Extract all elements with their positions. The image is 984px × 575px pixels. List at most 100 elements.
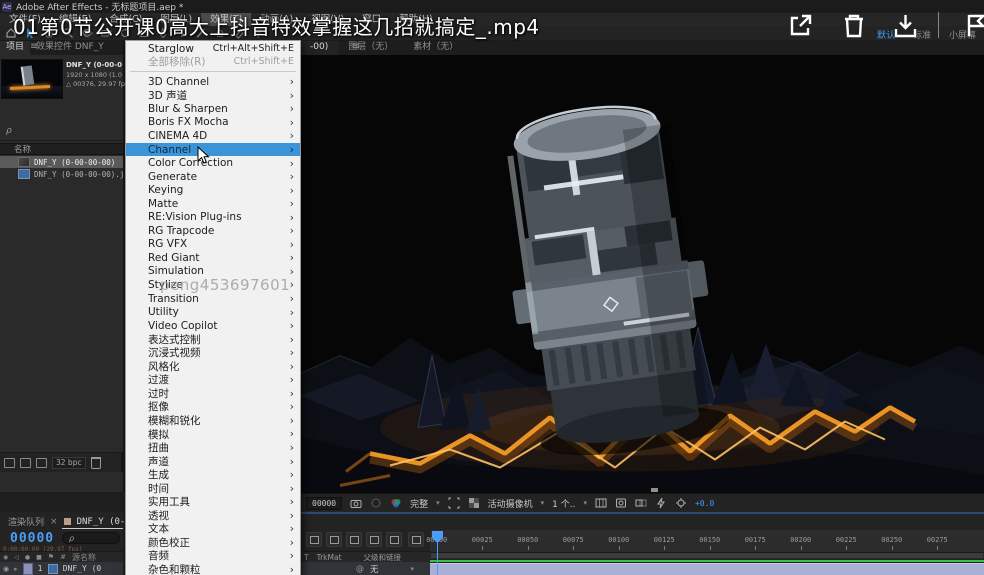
download-icon[interactable] (892, 12, 919, 42)
switches-column-headers: T TrkMat 父级和链接 (300, 551, 430, 562)
share-icon[interactable] (788, 12, 814, 41)
viewer-resize-handle[interactable] (651, 488, 658, 492)
layer-row[interactable]: ◉ ▸ 1 DNF_Y (0 (0, 562, 123, 575)
show-snapshot-icon[interactable] (370, 497, 382, 509)
graph-editor-icon[interactable] (366, 532, 382, 547)
menu-item[interactable]: Utility› (126, 305, 300, 319)
current-frame[interactable]: 00000 (10, 531, 54, 546)
show-channels-icon[interactable] (390, 497, 402, 509)
layer-color-swatch[interactable] (23, 563, 33, 575)
menu-item[interactable]: 模糊和锐化› (126, 414, 300, 428)
viewer-tab[interactable]: 图层（无） (338, 40, 403, 55)
menu-item[interactable]: Boris FX Mocha› (126, 116, 300, 130)
solo-icon[interactable]: ● (25, 554, 30, 561)
region-of-interest-icon[interactable] (448, 497, 460, 509)
exposure-value[interactable]: +0.0 (695, 499, 714, 508)
view-select[interactable]: 活动摄像机 (488, 497, 533, 510)
project-bit-depth[interactable]: 32 bpc (52, 457, 86, 469)
menu-item[interactable]: CINEMA 4D› (126, 129, 300, 143)
layer-duration-bar[interactable] (430, 563, 984, 575)
menu-item[interactable]: 抠像› (126, 400, 300, 414)
viewer-timecode[interactable]: 00000 (306, 497, 342, 510)
menu-item[interactable]: 颜色校正› (126, 536, 300, 550)
menu-item[interactable]: Blur & Sharpen› (126, 102, 300, 116)
menu-item[interactable]: 表达式控制› (126, 332, 300, 346)
panel-menu-icon[interactable]: ≡ (30, 41, 38, 52)
label-flag-icon[interactable]: ⚑ (48, 553, 54, 561)
menu-item[interactable]: Red Giant› (126, 251, 300, 265)
menu-item[interactable]: 杂色和颗粒› (126, 563, 300, 575)
audio-icon[interactable]: ◁ (14, 554, 19, 561)
panel-tab[interactable]: 项目 (0, 40, 30, 55)
lock-icon[interactable]: ■ (36, 554, 42, 561)
menu-item[interactable]: Keying› (126, 183, 300, 197)
pickwhip-icon[interactable]: @ (356, 564, 364, 573)
menu-item[interactable]: 生成› (126, 468, 300, 482)
frame-blend-icon[interactable] (326, 532, 342, 547)
menu-item[interactable]: 过渡› (126, 373, 300, 387)
menu-item[interactable]: RE:Vision Plug-ins› (126, 210, 300, 224)
project-name-column-header[interactable]: 名称 (0, 143, 123, 155)
trash-icon[interactable] (842, 12, 866, 42)
menu-item[interactable]: 实用工具› (126, 495, 300, 509)
viewer-tab[interactable]: -00) (300, 40, 338, 56)
menu-item[interactable]: RG VFX› (126, 238, 300, 252)
brainstorm-icon[interactable] (386, 532, 402, 547)
menu-item[interactable]: 时间› (126, 481, 300, 495)
layer-source-name[interactable]: DNF_Y (0 (63, 564, 102, 573)
view-layout-select[interactable]: 1 个.. (552, 497, 575, 510)
menu-item[interactable]: RG Trapcode› (126, 224, 300, 238)
new-composition-icon[interactable] (36, 458, 47, 468)
project-item-row[interactable]: DNF_Y (0-00-00-00) (0, 156, 123, 168)
panel-menu-icon[interactable]: ≡ (352, 41, 360, 52)
menu-item[interactable]: Matte› (126, 197, 300, 211)
menu-item[interactable]: 沉浸式视频› (126, 346, 300, 360)
pixel-aspect-icon[interactable] (635, 497, 647, 509)
grid-guides-icon[interactable] (595, 497, 607, 509)
ruler-tick: 00050 (505, 536, 551, 544)
interpret-footage-icon[interactable] (4, 458, 15, 468)
menu-item[interactable]: 扭曲› (126, 441, 300, 455)
timeline-search-field[interactable]: ρ (62, 532, 120, 544)
quality-toggle-icon[interactable] (306, 532, 322, 547)
menu-item[interactable]: 模拟› (126, 427, 300, 441)
mask-visibility-icon[interactable] (615, 497, 627, 509)
menu-item[interactable]: Video Copilot› (126, 319, 300, 333)
eye-icon[interactable]: ◉ (3, 554, 8, 561)
layer-expander-icon[interactable]: ▸ (14, 565, 18, 573)
menu-item[interactable]: Color Correction› (126, 156, 300, 170)
exposure-gear-icon[interactable] (675, 497, 687, 509)
menu-item[interactable]: 3D 声道› (126, 89, 300, 103)
composition-stage[interactable] (300, 55, 984, 493)
menu-item[interactable]: 3D Channel› (126, 75, 300, 89)
work-area-bar[interactable] (430, 552, 984, 559)
menu-item[interactable]: 全部移除(R)Ctrl+Shift+E (126, 55, 300, 68)
snapshot-camera-icon[interactable] (350, 497, 362, 509)
transparency-grid-icon[interactable] (468, 497, 480, 509)
parent-select[interactable]: 无 (370, 563, 379, 575)
panel-tab[interactable]: 效果控件 DNF_Y (30, 40, 110, 55)
render-queue-tab[interactable]: 渲染队列 (8, 515, 44, 528)
menu-item[interactable]: 风格化› (126, 359, 300, 373)
project-search-field[interactable]: ρ (0, 122, 123, 141)
project-item-row[interactable]: DNF_Y (0-00-00-00).jpg (0, 168, 123, 180)
viewer-tab[interactable]: 素材（无） (403, 40, 468, 55)
menu-item[interactable]: 声道› (126, 454, 300, 468)
menu-item[interactable]: Channel› (126, 143, 300, 157)
fast-preview-icon[interactable] (655, 497, 667, 509)
delete-item-icon[interactable] (91, 457, 101, 469)
flag-icon[interactable] (966, 12, 984, 42)
motion-blur-icon[interactable] (346, 532, 362, 547)
menu-item[interactable]: 文本› (126, 522, 300, 536)
new-folder-icon[interactable] (20, 458, 31, 468)
panel-focus-line (300, 512, 984, 514)
menu-item[interactable]: Generate› (126, 170, 300, 184)
layer-eye-icon[interactable]: ◉ (3, 565, 9, 573)
trkmat-column-header: TrkMat (317, 553, 342, 562)
menu-item[interactable]: 音频› (126, 549, 300, 563)
close-tab-icon[interactable]: × (50, 517, 58, 527)
timeline-comp-tab[interactable]: DNF_Y (0- (77, 517, 126, 527)
menu-item[interactable]: 透视› (126, 509, 300, 523)
menu-item[interactable]: 过时› (126, 387, 300, 401)
resolution-select[interactable]: 完整 (410, 497, 428, 510)
